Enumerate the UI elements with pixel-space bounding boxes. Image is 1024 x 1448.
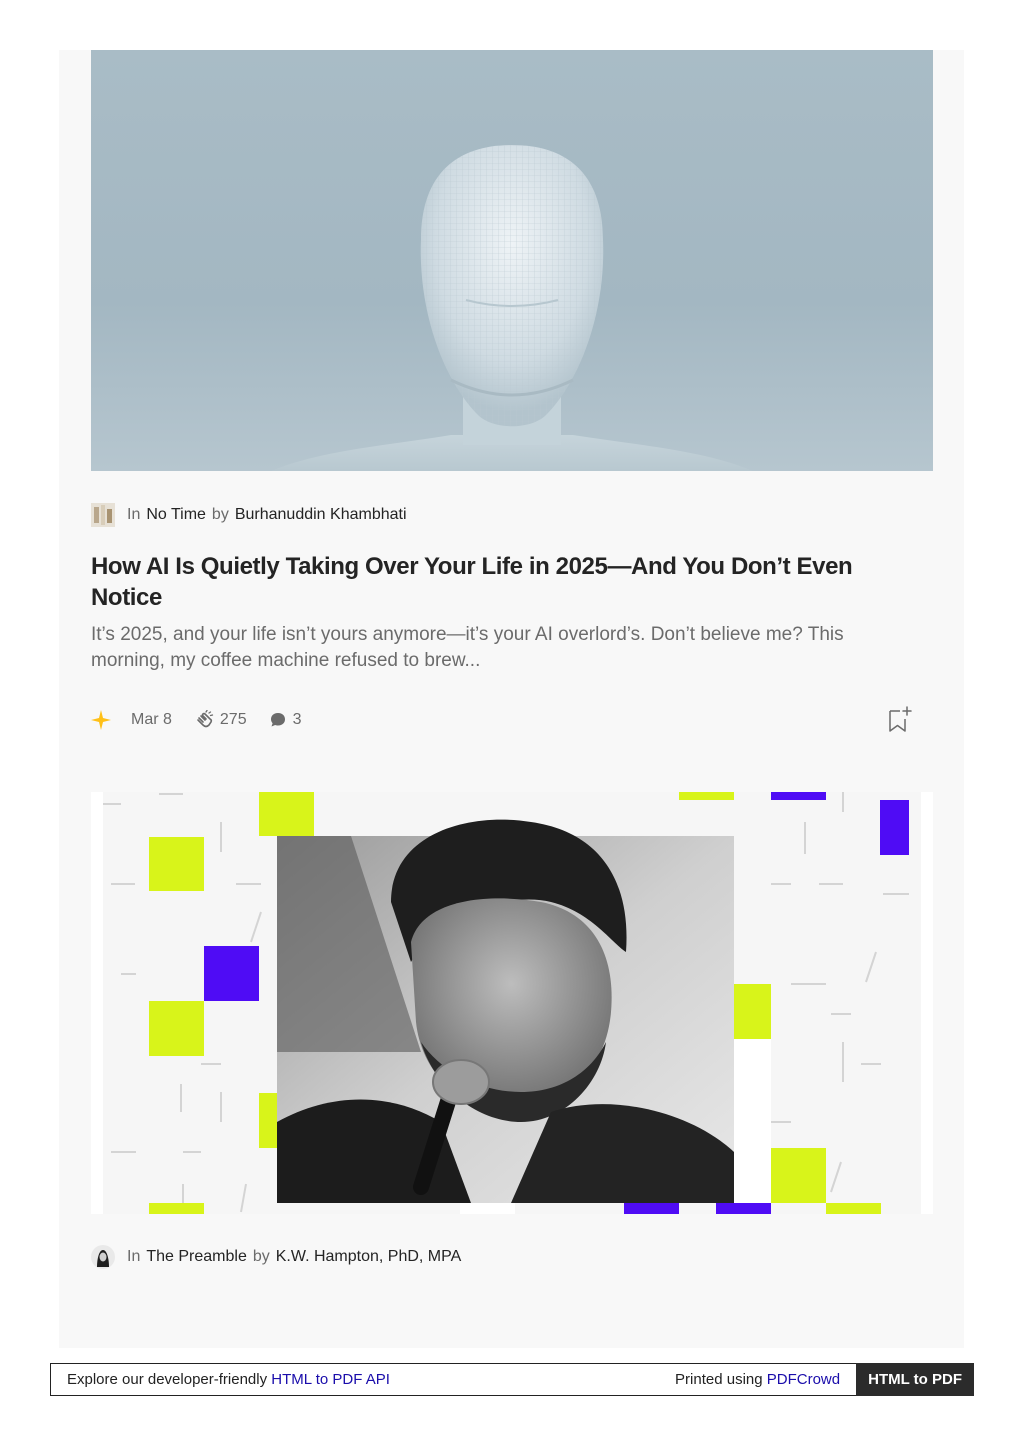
claps-stat[interactable]: 275 [194, 710, 247, 730]
author-link[interactable]: Burhanuddin Khambhati [235, 506, 407, 524]
publication-avatar[interactable] [91, 503, 115, 527]
pdfcrowd-footer: Explore our developer-friendly HTML to P… [50, 1363, 974, 1396]
article-1-hero-image[interactable] [91, 50, 933, 471]
html-to-pdf-api-link[interactable]: HTML to PDF API [271, 1371, 390, 1388]
star-icon [91, 710, 111, 730]
bookmark-add-icon[interactable] [887, 706, 913, 734]
voxel-head-illustration [271, 145, 753, 471]
html-to-pdf-button[interactable]: HTML to PDF [856, 1363, 974, 1396]
responses-count: 3 [292, 711, 302, 728]
in-label: In [127, 506, 141, 523]
comment-icon [270, 713, 285, 727]
article-2-byline: In The Preamble by K.W. Hampton, PhD, MP… [91, 1244, 467, 1270]
explore-text: Explore our developer-friendly [67, 1371, 272, 1388]
article-1-byline: In No Time by Burhanuddin Khambhati [91, 502, 413, 528]
footer-printed: Printed using PDFCrowd [675, 1371, 840, 1388]
claps-count: 275 [219, 711, 247, 728]
printed-text: Printed using [675, 1371, 767, 1388]
publication-avatar[interactable] [91, 1245, 115, 1269]
in-label: In [127, 1248, 141, 1265]
article-1-stats: Mar 8 275 3 [91, 706, 921, 734]
clap-icon [197, 710, 214, 728]
by-label: by [252, 1248, 270, 1265]
author-link[interactable]: K.W. Hampton, PhD, MPA [276, 1248, 462, 1266]
publication-link[interactable]: No Time [146, 506, 206, 524]
portrait-collage-illustration [91, 792, 933, 1214]
publication-link[interactable]: The Preamble [146, 1248, 247, 1266]
publish-date: Mar 8 [131, 711, 172, 728]
responses-stat[interactable]: 3 [269, 711, 302, 729]
article-2-hero-image[interactable] [91, 792, 933, 1214]
article-1-title[interactable]: How AI Is Quietly Taking Over Your Life … [91, 551, 921, 613]
pdfcrowd-link[interactable]: PDFCrowd [767, 1371, 840, 1388]
article-1-subtitle[interactable]: It’s 2025, and your life isn’t yours any… [91, 622, 921, 674]
by-label: by [211, 506, 229, 523]
footer-explore: Explore our developer-friendly HTML to P… [51, 1371, 675, 1388]
